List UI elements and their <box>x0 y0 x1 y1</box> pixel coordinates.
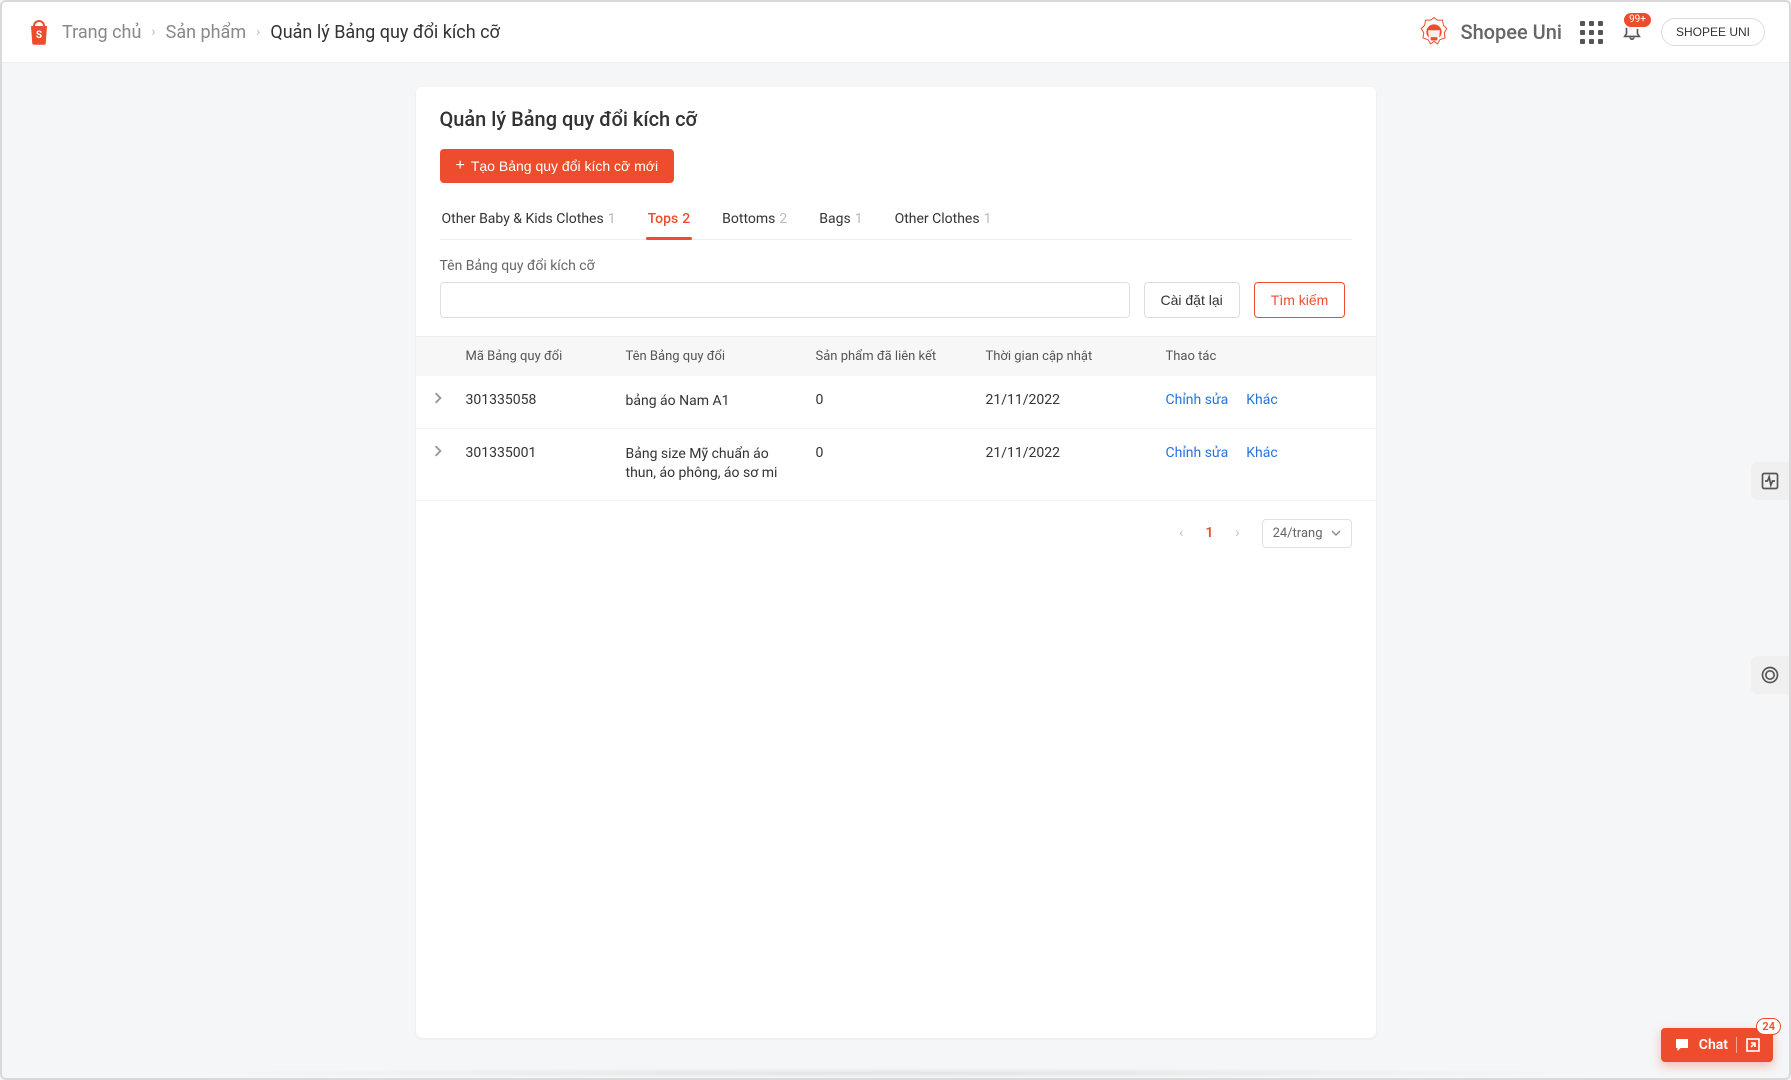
tab-label: Bags <box>819 211 850 227</box>
tab-bottoms[interactable]: Bottoms2 <box>720 201 789 239</box>
tab-label: Other Clothes <box>895 211 980 227</box>
col-linked: Sản phẩm đã liên kết <box>810 349 980 364</box>
cell-linked: 0 <box>810 445 980 461</box>
table-body: 301335058 bảng áo Nam A1 0 21/11/2022 Ch… <box>416 376 1376 501</box>
shopee-logo-icon[interactable]: S <box>26 17 52 47</box>
search-button[interactable]: Tìm kiếm <box>1254 282 1346 318</box>
headset-icon <box>1760 665 1780 685</box>
divider <box>1736 1037 1737 1053</box>
more-link[interactable]: Khác <box>1246 445 1277 461</box>
cell-updated: 21/11/2022 <box>980 445 1160 461</box>
pager-current-page[interactable]: 1 <box>1205 525 1213 541</box>
expand-row-toggle[interactable] <box>416 445 460 457</box>
chevron-right-icon <box>432 445 444 457</box>
pager-prev[interactable]: ‹ <box>1179 525 1183 541</box>
expand-row-toggle[interactable] <box>416 392 460 404</box>
filter-row: Cài đặt lại Tìm kiếm <box>440 282 1352 318</box>
chevron-right-icon: › <box>256 24 260 40</box>
chevron-right-icon <box>432 392 444 404</box>
pager-next[interactable]: › <box>1235 525 1239 541</box>
shopee-uni-label: Shopee Uni <box>1460 20 1562 44</box>
breadcrumb-home[interactable]: Trang chủ <box>62 22 141 43</box>
table-row: 301335001 Bảng size Mỹ chuẩn áo thun, áo… <box>416 429 1376 501</box>
tab-tops[interactable]: Tops2 <box>646 201 693 239</box>
apps-grid-icon[interactable] <box>1580 21 1603 44</box>
chat-badge: 24 <box>1756 1018 1781 1035</box>
shopee-uni-button[interactable]: SHOPEE UNI <box>1661 18 1765 46</box>
tab-other-clothes[interactable]: Other Clothes1 <box>893 201 994 239</box>
create-button-label: Tạo Bảng quy đổi kích cỡ mới <box>471 158 658 174</box>
page-size-label: 24/trang <box>1273 526 1323 541</box>
size-chart-name-input[interactable] <box>440 282 1130 318</box>
edit-link[interactable]: Chỉnh sửa <box>1166 392 1229 408</box>
side-help-button[interactable] <box>1751 656 1789 694</box>
tab-count: 2 <box>682 211 690 227</box>
cell-name: Bảng size Mỹ chuẩn áo thun, áo phông, áo… <box>620 445 800 484</box>
tab-label: Tops <box>648 211 679 227</box>
plus-icon: + <box>456 158 465 174</box>
page-size-select[interactable]: 24/trang <box>1262 519 1352 548</box>
tab-count: 1 <box>855 211 863 227</box>
tab-other-baby-kids-clothes[interactable]: Other Baby & Kids Clothes1 <box>440 201 618 239</box>
table-row: 301335058 bảng áo Nam A1 0 21/11/2022 Ch… <box>416 376 1376 429</box>
tab-count: 1 <box>984 211 992 227</box>
col-id: Mã Bảng quy đổi <box>460 349 620 364</box>
category-tabs: Other Baby & Kids Clothes1Tops2Bottoms2B… <box>440 201 1352 240</box>
chat-label: Chat <box>1699 1037 1728 1053</box>
chevron-down-icon <box>1331 528 1341 538</box>
tab-label: Other Baby & Kids Clothes <box>442 211 604 227</box>
chat-icon <box>1673 1036 1691 1054</box>
cell-id: 301335058 <box>460 392 620 408</box>
cell-updated: 21/11/2022 <box>980 392 1160 408</box>
notifications-badge: 99+ <box>1622 11 1653 29</box>
pagination: ‹ 1 › 24/trang <box>416 501 1376 548</box>
tab-label: Bottoms <box>722 211 775 227</box>
chat-widget[interactable]: Chat 24 <box>1661 1028 1773 1062</box>
cell-id: 301335001 <box>460 445 620 461</box>
create-size-chart-button[interactable]: + Tạo Bảng quy đổi kích cỡ mới <box>440 149 675 183</box>
breadcrumb: S Trang chủ › Sản phẩm › Quản lý Bảng qu… <box>26 17 500 47</box>
tab-bags[interactable]: Bags 1 <box>817 201 864 239</box>
activity-icon <box>1760 471 1780 491</box>
shopee-uni-logo-icon <box>1416 14 1452 50</box>
topbar: S Trang chủ › Sản phẩm › Quản lý Bảng qu… <box>2 2 1789 63</box>
chevron-right-icon: › <box>151 24 155 40</box>
breadcrumb-products[interactable]: Sản phẩm <box>166 22 246 43</box>
side-pulse-button[interactable] <box>1751 462 1789 500</box>
cell-actions: Chỉnh sửa Khác <box>1160 392 1376 408</box>
page-title: Quản lý Bảng quy đổi kích cỡ <box>440 107 1352 131</box>
content-card: Quản lý Bảng quy đổi kích cỡ + Tạo Bảng … <box>416 87 1376 1038</box>
breadcrumb-current: Quản lý Bảng quy đổi kích cỡ <box>270 22 499 43</box>
topbar-right: Shopee Uni 99+ SHOPEE UNI <box>1416 14 1765 50</box>
col-updated: Thời gian cập nhật <box>980 349 1160 364</box>
cell-actions: Chỉnh sửa Khác <box>1160 445 1376 461</box>
shopee-uni-brand[interactable]: Shopee Uni <box>1416 14 1562 50</box>
more-link[interactable]: Khác <box>1246 392 1277 408</box>
cell-name: bảng áo Nam A1 <box>620 392 800 412</box>
tab-count: 1 <box>608 211 616 227</box>
col-actions: Thao tác <box>1160 349 1376 364</box>
svg-text:S: S <box>36 30 42 41</box>
edit-link[interactable]: Chỉnh sửa <box>1166 445 1229 461</box>
cell-linked: 0 <box>810 392 980 408</box>
reset-button[interactable]: Cài đặt lại <box>1144 282 1240 318</box>
tab-count: 2 <box>779 211 787 227</box>
filter-label: Tên Bảng quy đổi kích cỡ <box>440 258 1352 274</box>
expand-icon <box>1745 1037 1761 1053</box>
notifications-button[interactable]: 99+ <box>1621 19 1643 45</box>
table-header: Mã Bảng quy đổi Tên Bảng quy đổi Sản phẩ… <box>416 336 1376 376</box>
col-name: Tên Bảng quy đổi <box>620 349 810 364</box>
